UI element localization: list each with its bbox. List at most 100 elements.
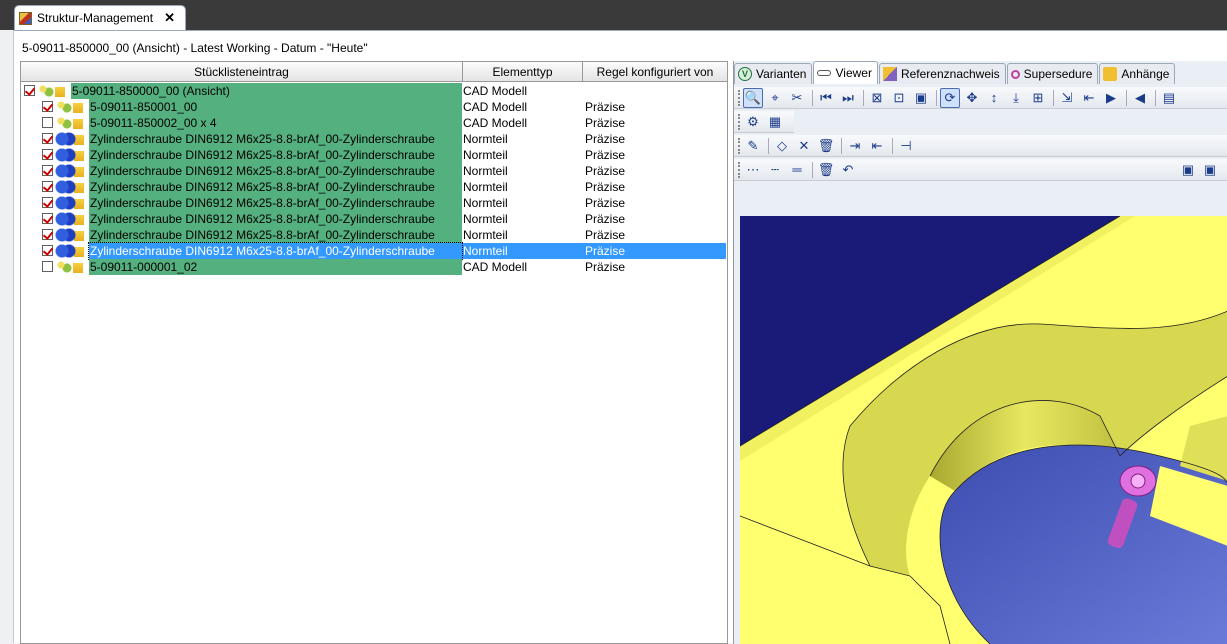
- row-checkbox[interactable]: [42, 229, 53, 240]
- table-row[interactable]: 5-09011-850001_00 CAD Modell Präzise: [21, 99, 727, 115]
- toolbar-grip[interactable]: [738, 161, 741, 178]
- view-cube-button[interactable]: ▣: [1200, 160, 1220, 180]
- tab-anhänge[interactable]: Anhänge: [1099, 63, 1176, 84]
- row-element-type: Normteil: [463, 132, 508, 146]
- row-checkbox[interactable]: [42, 101, 53, 112]
- row-checkbox[interactable]: [42, 197, 53, 208]
- toolbar-button[interactable]: ┄: [765, 160, 785, 180]
- close-icon[interactable]: ✕: [164, 10, 175, 26]
- toolbar-button[interactable]: ▶: [1101, 88, 1121, 108]
- toolbar-button[interactable]: ⇲: [1057, 88, 1077, 108]
- toolbar-button[interactable]: ⏮: [816, 88, 836, 108]
- variants-icon: V: [738, 67, 752, 81]
- row-rule: Präzise: [585, 228, 626, 242]
- table-row[interactable]: 5-09011-850002_00 x 4 CAD Modell Präzise: [21, 115, 727, 131]
- row-checkbox[interactable]: [42, 213, 53, 224]
- row-entry-name: 5-09011-850000_00 (Ansicht): [71, 83, 462, 99]
- toolbar-button[interactable]: ⏭: [838, 88, 858, 108]
- row-rule: Präzise: [585, 100, 626, 114]
- row-rule: Präzise: [585, 148, 626, 162]
- toolbar-separator: [892, 137, 893, 154]
- row-checkbox[interactable]: [42, 261, 53, 272]
- toolbar-button[interactable]: ↶: [838, 160, 858, 180]
- toolbar-button[interactable]: ↕: [984, 88, 1004, 108]
- toolbar-button[interactable]: ⟳: [940, 87, 960, 108]
- toolbar-button[interactable]: ⚙: [743, 112, 763, 132]
- tab-varianten[interactable]: V Varianten: [734, 63, 813, 84]
- toolbar-button[interactable]: ⊣: [896, 136, 916, 156]
- row-entry-name: 5-09011-850001_00: [89, 99, 462, 115]
- row-entry-name: 5-09011-850002_00 x 4: [89, 115, 462, 131]
- table-row[interactable]: 5-09011-000001_02 CAD Modell Präzise: [21, 259, 727, 275]
- toolbar-button[interactable]: ◇: [772, 136, 792, 156]
- table-row[interactable]: Zylinderschraube DIN6912 M6x25-8.8-brAf_…: [21, 163, 727, 179]
- toolbar-button[interactable]: ◀: [1130, 88, 1150, 108]
- row-rule: Präzise: [585, 244, 626, 258]
- row-rule: Präzise: [585, 116, 626, 130]
- row-checkbox[interactable]: [42, 181, 53, 192]
- toolbar-button[interactable]: 🔍: [743, 87, 763, 108]
- toolbar-pmi: ⚙ ▦: [734, 111, 794, 133]
- toolbar-button[interactable]: ⤓: [1006, 88, 1026, 108]
- row-checkbox[interactable]: [42, 149, 53, 160]
- table-row[interactable]: Zylinderschraube DIN6912 M6x25-8.8-brAf_…: [21, 179, 727, 195]
- toolbar-button[interactable]: ⌖: [765, 88, 785, 108]
- toolbar-button[interactable]: ⋯: [743, 160, 763, 180]
- toolbar-button[interactable]: ✂: [787, 88, 807, 108]
- column-header-type[interactable]: Elementtyp: [463, 62, 583, 82]
- viewer-tabs: V Varianten Viewer Referenznachweis Supersed…: [734, 61, 1176, 85]
- toolbar-right-group: ▣ ▣: [1178, 160, 1222, 180]
- glasses-icon: [817, 70, 832, 76]
- row-entry-name: Zylinderschraube DIN6912 M6x25-8.8-brAf_…: [89, 147, 462, 163]
- toolbar-button[interactable]: 🗑: [816, 136, 836, 156]
- reference-icon: [882, 67, 897, 81]
- table-row[interactable]: Zylinderschraube DIN6912 M6x25-8.8-brAf_…: [21, 242, 727, 260]
- tab-title: Struktur-Management: [37, 11, 154, 25]
- row-entry-name: 5-09011-000001_02: [89, 259, 462, 275]
- table-row[interactable]: 5-09011-850000_00 (Ansicht) CAD Modell: [21, 83, 727, 99]
- toolbar-button[interactable]: 🗑: [816, 160, 836, 180]
- table-row[interactable]: Zylinderschraube DIN6912 M6x25-8.8-brAf_…: [21, 227, 727, 243]
- row-checkbox[interactable]: [24, 85, 35, 96]
- toolbar-button[interactable]: ✎: [743, 136, 763, 156]
- row-checkbox[interactable]: [42, 133, 53, 144]
- toolbar-button[interactable]: ⇤: [867, 136, 887, 156]
- toolbar-button[interactable]: ⊡: [889, 88, 909, 108]
- tab-label: Varianten: [756, 67, 807, 81]
- standard-part-icon: [55, 164, 85, 178]
- cad-assembly-icon: [55, 100, 85, 114]
- 3d-viewport[interactable]: [740, 216, 1227, 644]
- toolbar-separator: [1053, 89, 1054, 106]
- toolbar-button[interactable]: ✥: [962, 88, 982, 108]
- table-row[interactable]: Zylinderschraube DIN6912 M6x25-8.8-brAf_…: [21, 195, 727, 211]
- toolbar-grip[interactable]: [738, 89, 741, 106]
- tab-supersedure[interactable]: Supersedure: [1006, 63, 1099, 84]
- tab-viewer[interactable]: Viewer: [813, 61, 878, 84]
- toolbar-button[interactable]: ⇥: [845, 136, 865, 156]
- tab-struktur-management[interactable]: Struktur-Management ✕: [14, 5, 186, 30]
- toolbar-separator: [1126, 89, 1127, 106]
- column-header-entry[interactable]: Stücklisteneintrag: [21, 62, 463, 82]
- row-checkbox[interactable]: [42, 165, 53, 176]
- toolbar-button[interactable]: ▣: [911, 88, 931, 108]
- page-title: 5-09011-850000_00 (Ansicht) - Latest Wor…: [22, 41, 368, 55]
- table-row[interactable]: Zylinderschraube DIN6912 M6x25-8.8-brAf_…: [21, 131, 727, 147]
- cad-assembly-icon: [37, 84, 67, 98]
- row-element-type: Normteil: [463, 164, 508, 178]
- toolbar-button[interactable]: ▦: [765, 112, 785, 132]
- toolbar-grip[interactable]: [738, 113, 741, 130]
- table-row[interactable]: Zylinderschraube DIN6912 M6x25-8.8-brAf_…: [21, 147, 727, 163]
- toolbar-button[interactable]: ⊞: [1028, 88, 1048, 108]
- toolbar-button[interactable]: ═: [787, 160, 807, 180]
- table-row[interactable]: Zylinderschraube DIN6912 M6x25-8.8-brAf_…: [21, 211, 727, 227]
- row-checkbox[interactable]: [42, 117, 53, 128]
- view-cube-button[interactable]: ▣: [1178, 160, 1198, 180]
- toolbar-grip[interactable]: [738, 137, 741, 154]
- toolbar-button[interactable]: ⊠: [867, 88, 887, 108]
- toolbar-button[interactable]: ✕: [794, 136, 814, 156]
- row-checkbox[interactable]: [42, 245, 53, 256]
- column-header-rule[interactable]: Regel konfiguriert von: [583, 62, 727, 82]
- tab-referenznachweis[interactable]: Referenznachweis: [878, 63, 1006, 84]
- toolbar-button[interactable]: ▤: [1159, 88, 1179, 108]
- toolbar-button[interactable]: ⇤: [1079, 88, 1099, 108]
